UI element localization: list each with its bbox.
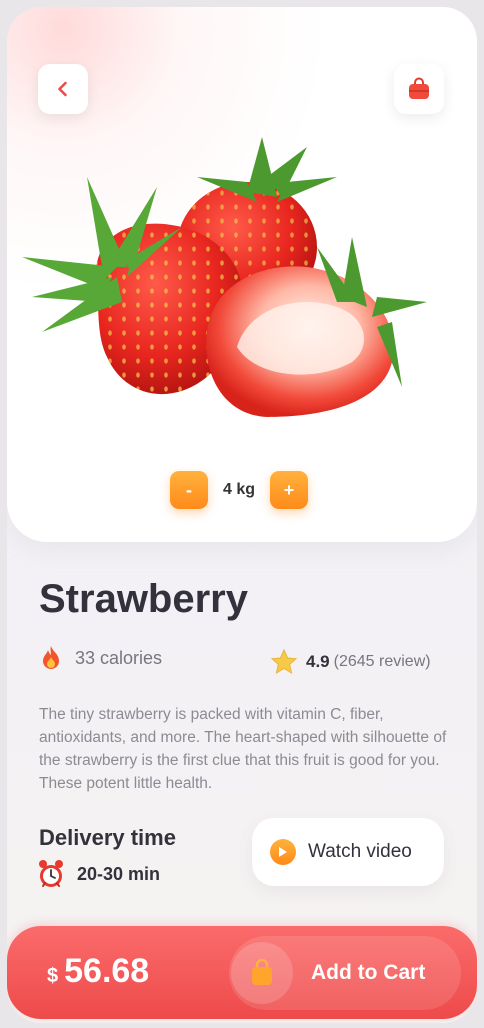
decrease-quantity-button[interactable]: -	[170, 471, 208, 509]
quantity-stepper: - 4 kg +	[170, 470, 308, 510]
shopping-bag-icon	[231, 942, 293, 1004]
price-amount: 56.68	[64, 952, 150, 990]
product-title: Strawberry	[39, 577, 248, 621]
product-description: The tiny strawberry is packed with vitam…	[39, 706, 447, 792]
rating-score: 4.9	[306, 652, 330, 671]
review-count: (2645 review)	[333, 653, 431, 670]
quantity-value: 4 kg	[222, 481, 255, 498]
fire-icon	[43, 646, 59, 669]
calories-info: 33 calories	[39, 645, 162, 671]
cart-button[interactable]	[394, 64, 444, 114]
alarm-clock-icon	[39, 860, 63, 887]
rating-info: 4.9 (2645 review)	[270, 648, 431, 676]
back-button[interactable]	[38, 64, 88, 114]
add-to-cart-label: Add to Cart	[311, 961, 426, 984]
checkout-bar: $ 56.68 Add to Cart	[7, 926, 477, 1019]
calories-text: 33 calories	[75, 647, 163, 668]
price: $ 56.68	[47, 952, 149, 991]
delivery-time-info: 20-30 min	[37, 859, 160, 889]
currency-symbol: $	[47, 965, 59, 987]
star-icon	[270, 648, 298, 675]
add-to-cart-button[interactable]: Add to Cart	[229, 936, 461, 1010]
strawberry-image	[22, 137, 427, 417]
delivery-time-text: 20-30 min	[77, 863, 161, 884]
increase-quantity-button[interactable]: +	[270, 471, 308, 509]
chevron-left-icon	[58, 81, 67, 97]
watch-video-button[interactable]: Watch video	[252, 818, 444, 886]
shopping-bag-icon	[409, 77, 429, 99]
delivery-title: Delivery time	[39, 825, 176, 850]
product-hero-card: - 4 kg +	[7, 7, 477, 542]
watch-video-label: Watch video	[308, 841, 412, 862]
product-screen: - 4 kg + Strawberry 33 calories 4.9 (264…	[7, 7, 477, 1023]
play-icon	[270, 839, 296, 865]
